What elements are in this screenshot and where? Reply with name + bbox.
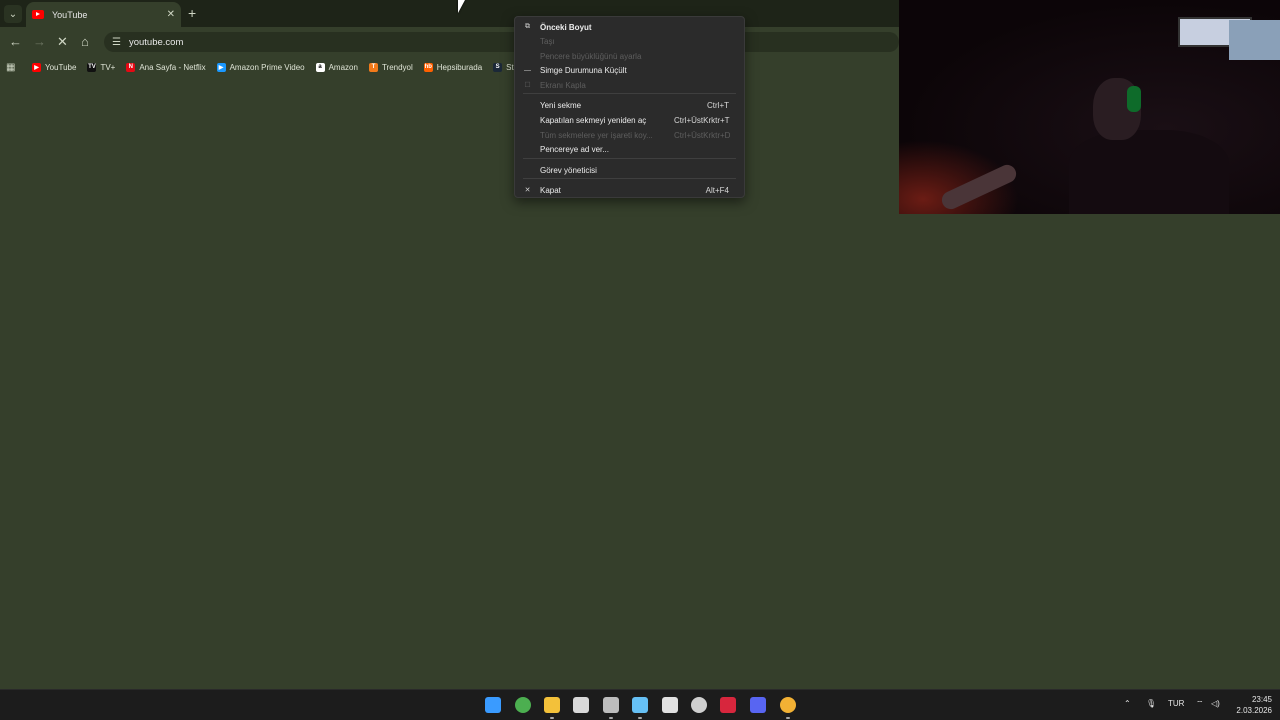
context-menu-item[interactable]: ✕ Kapat Alt+F4: [515, 183, 744, 197]
context-menu-item-label: Kapat: [540, 185, 561, 195]
bookmark-favicon-icon: ▶: [216, 62, 226, 72]
context-menu-item[interactable]: ⧉ Önceki Boyut: [515, 20, 744, 34]
clock-time: 23:45: [1251, 695, 1272, 704]
app-red-icon[interactable]: [720, 697, 736, 713]
minimize-icon: —: [524, 66, 531, 74]
context-menu-item: Tüm sekmelere yer işareti koy... Ctrl+Üst…: [515, 128, 744, 142]
address-bar[interactable]: ☰ youtube.com: [104, 32, 899, 52]
context-menu-item-label: Görev yöneticisi: [540, 165, 597, 175]
back-arrow-icon[interactable]: ←: [9, 34, 22, 49]
context-menu-item-label: Önceki Boyut: [540, 22, 592, 32]
context-menu-item[interactable]: Pencereye ad ver...: [515, 142, 744, 156]
site-info-icon[interactable]: ☰: [112, 37, 121, 48]
window-context-menu: ⧉ Önceki Boyut Taşı Pencere büyüklüğünü aya…: [514, 16, 745, 198]
bookmark-favicon-icon: S: [493, 62, 503, 72]
tab-search-button[interactable]: ⌄: [4, 5, 22, 23]
bookmark-label: YouTube: [45, 62, 77, 72]
language-indicator[interactable]: TUR: [1168, 699, 1184, 708]
context-menu-item-label: Pencereye ad ver...: [540, 144, 609, 154]
bookmark-item[interactable]: N Ana Sayfa - Netflix: [126, 62, 206, 72]
tab-title: YouTube: [52, 9, 88, 20]
context-menu-item[interactable]: Görev yöneticisi: [515, 163, 744, 177]
webcam-person-body: [1069, 130, 1229, 214]
running-indicator: [550, 717, 554, 719]
stop-loading-icon[interactable]: ✕: [57, 34, 68, 50]
system-clock[interactable]: 23:45 2.03.2026: [1228, 694, 1272, 716]
menu-separator: [523, 158, 736, 159]
wifi-icon[interactable]: ⌔: [1196, 699, 1204, 709]
context-menu-item[interactable]: — Simge Durumuna Küçült: [515, 63, 744, 77]
running-indicator: [609, 717, 613, 719]
close-icon: ✕: [524, 187, 531, 194]
chrome-icon[interactable]: [515, 697, 531, 713]
menu-separator: [523, 93, 736, 94]
epic-games-icon[interactable]: [662, 697, 678, 713]
context-menu-item-shortcut: Ctrl+ÜstKrktr+T: [674, 115, 730, 125]
obs-icon[interactable]: [691, 697, 707, 713]
chatgpt-icon[interactable]: [603, 697, 619, 713]
mouse-cursor-icon: [458, 0, 465, 13]
context-menu-item[interactable]: Kapatılan sekmeyi yeniden aç Ctrl+ÜstKrkt…: [515, 113, 744, 127]
webcam-overlay: [899, 0, 1280, 214]
clock-date: 2.03.2026: [1236, 706, 1272, 715]
context-menu-item-label: Pencere büyüklüğünü ayarla: [540, 51, 642, 61]
bookmark-label: Hepsiburada: [436, 62, 483, 72]
context-menu-item-label: Ekranı Kapla: [540, 80, 586, 90]
home-icon[interactable]: ⌂: [81, 34, 89, 49]
context-menu-item: Taşı: [515, 34, 744, 48]
bookmark-favicon-icon: hb: [423, 62, 433, 72]
bookmark-favicon-icon: ▶: [32, 62, 41, 72]
bookmark-favicon-icon: TV: [87, 62, 97, 72]
bookmark-item[interactable]: hb Hepsiburada: [423, 62, 483, 72]
bookmark-label: Ana Sayfa - Netflix: [139, 62, 206, 72]
tab-youtube[interactable]: YouTube ✕: [26, 2, 181, 27]
taskbar: ⌃ 🎙 TUR ⌔ ◁) 23:45 2.03.2026: [0, 689, 1280, 720]
store-icon[interactable]: [573, 697, 589, 713]
context-menu-item-label: Simge Durumuna Küçült: [540, 65, 627, 75]
maximize-icon: ☐: [524, 82, 531, 89]
bookmark-favicon-icon: T: [368, 62, 378, 72]
apps-grid-icon[interactable]: ▦: [6, 62, 20, 73]
context-menu-item-label: Taşı: [540, 36, 555, 46]
discord-icon[interactable]: [750, 697, 766, 713]
running-indicator: [786, 717, 790, 719]
webcam-background-monitor-2: [1229, 20, 1280, 60]
context-menu-item-label: Kapatılan sekmeyi yeniden aç: [540, 115, 647, 125]
context-menu-item[interactable]: Yeni sekme Ctrl+T: [515, 98, 744, 112]
new-tab-button[interactable]: +: [188, 5, 196, 21]
menu-separator: [523, 178, 736, 179]
start-icon[interactable]: [485, 697, 501, 713]
file-explorer-icon[interactable]: [544, 697, 560, 713]
bookmark-label: Amazon Prime Video: [229, 62, 305, 72]
tab-close-icon[interactable]: ✕: [167, 9, 175, 20]
steam-icon[interactable]: [632, 697, 648, 713]
context-menu-item-label: Tüm sekmelere yer işareti koy...: [540, 130, 653, 140]
bookmark-label: Amazon: [328, 62, 358, 72]
bookmark-item[interactable]: TV TV+: [87, 62, 116, 72]
context-menu-item-shortcut: Ctrl+T: [707, 100, 729, 110]
context-menu-item-shortcut: Alt+F4: [705, 185, 729, 195]
context-menu-item-label: Yeni sekme: [540, 100, 582, 110]
forward-arrow-icon[interactable]: →: [33, 34, 46, 49]
bookmark-label: TV+: [100, 62, 116, 72]
bookmark-label: Trendyol: [381, 62, 413, 72]
volume-icon[interactable]: ◁): [1211, 699, 1220, 708]
bookmark-item[interactable]: ▶ Amazon Prime Video: [216, 62, 305, 72]
address-bar-url: youtube.com: [128, 36, 184, 48]
webcam-headset: [1127, 86, 1141, 112]
chevron-up-icon[interactable]: ⌃: [1124, 699, 1131, 708]
bookmark-item[interactable]: T Trendyol: [368, 62, 413, 72]
bookmark-item[interactable]: ▶ YouTube: [32, 62, 77, 72]
bookmark-favicon-icon: a: [315, 62, 325, 72]
context-menu-item: Pencere büyüklüğünü ayarla: [515, 49, 744, 63]
chrome-canary-icon[interactable]: [780, 697, 796, 713]
running-indicator: [638, 717, 642, 719]
bookmark-item[interactable]: a Amazon: [315, 62, 358, 72]
microphone-icon[interactable]: 🎙: [1146, 699, 1156, 708]
youtube-favicon-icon: [32, 10, 44, 19]
bookmark-favicon-icon: N: [126, 62, 136, 72]
restore-icon: ⧉: [525, 23, 530, 30]
context-menu-item-shortcut: Ctrl+ÜstKrktr+D: [674, 130, 731, 140]
context-menu-item: ☐ Ekranı Kapla: [515, 78, 744, 92]
